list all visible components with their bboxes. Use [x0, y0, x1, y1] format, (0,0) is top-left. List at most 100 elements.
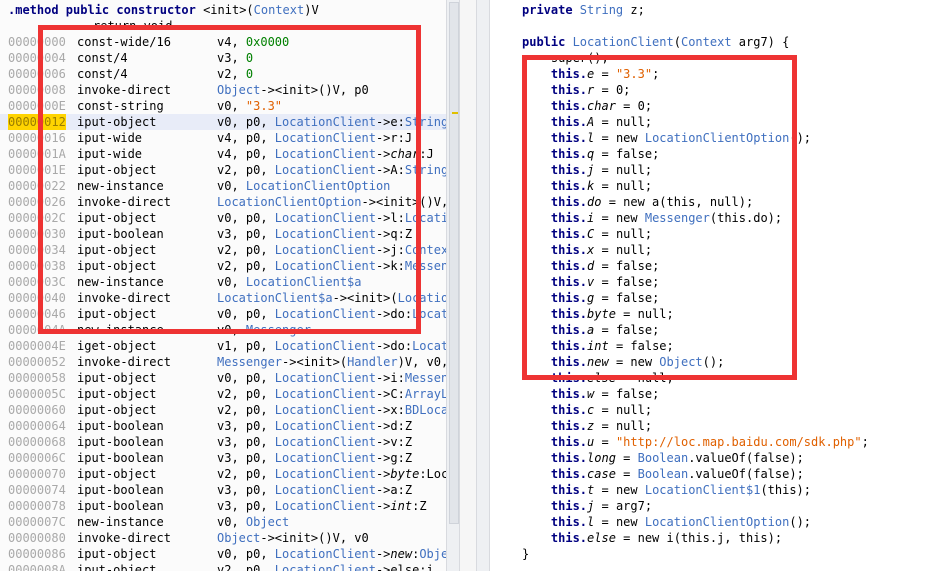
smali-line[interactable]: 0000006C iput-boolean v3, p0, LocationClie… [0, 450, 446, 466]
code-token: this. [522, 403, 588, 417]
operand-token: -> [375, 547, 391, 561]
operand-token: v3, p0, [217, 451, 275, 465]
operand-token: ArrayLi [404, 387, 446, 401]
header-token: .method [8, 3, 66, 17]
opcode: new-instance [77, 515, 164, 529]
java-line[interactable]: this.w = false; [522, 386, 659, 402]
opcode: iput-boolean [77, 499, 164, 513]
operand-token: ->else:i [375, 563, 434, 571]
smali-line[interactable]: 00000086 iput-object v0, p0, LocationClien… [0, 546, 446, 562]
operand-token: LocationClient [274, 483, 376, 497]
smali-line[interactable]: 0000004E iget-object v1, p0, LocationClien… [0, 338, 446, 354]
operand-token: v2, p0, [217, 387, 275, 401]
line-address: 00000060 [8, 403, 66, 417]
operand-token: -><init>( [282, 355, 348, 369]
highlight-box-smali [38, 25, 421, 334]
opcode: iput-boolean [77, 419, 164, 433]
code-token: else [587, 531, 616, 545]
smali-line[interactable]: 0000007C new-instance v0, Object [0, 514, 446, 530]
operand-token: -><init>()V, v0 [260, 531, 369, 545]
header-token: )V [304, 3, 319, 17]
java-line[interactable]: this.t = new LocationClient$1(this); [522, 482, 811, 498]
line-address: 0000006C [8, 451, 66, 465]
operand-token: v0, p0, [217, 547, 275, 561]
operand-token: Messeng [404, 371, 446, 385]
operand-token: int [390, 499, 413, 513]
operand-token: LocationClient [274, 339, 376, 353]
opcode: iput-boolean [77, 451, 164, 465]
opcode: iput-object [77, 387, 157, 401]
operand-token: Locati [412, 339, 446, 353]
operand-token: v0, [217, 515, 246, 529]
scroll-thumb[interactable] [449, 2, 459, 524]
code-token: = new [594, 515, 645, 529]
smali-line[interactable]: 00000052 invoke-direct Messenger-><init>(H… [0, 354, 446, 370]
code-token: z; [623, 3, 645, 17]
operand-token: v3, p0, [217, 419, 275, 433]
java-line[interactable]: this.j = arg7; [522, 498, 652, 514]
operand-token: LocationClient [274, 563, 376, 571]
line-address: 00000078 [8, 499, 66, 513]
operand-token: v0, p0, [217, 371, 275, 385]
header-token: Context [253, 3, 305, 17]
operand-token: Handler [347, 355, 398, 369]
code-token: this. [522, 467, 588, 481]
operand-token: ->x: [375, 403, 405, 417]
pane-divider[interactable] [460, 0, 476, 571]
operand-token: v3, p0, [217, 483, 275, 497]
operands: v1, p0, LocationClient->do:Locati [217, 338, 446, 354]
operand-token: Objec [419, 547, 446, 561]
java-line[interactable]: this.else = new i(this.j, this); [522, 530, 782, 546]
smali-line[interactable]: 00000068 iput-boolean v3, p0, LocationClie… [0, 434, 446, 450]
operand-token: :Loca [419, 467, 446, 481]
java-line[interactable]: this.z = null; [522, 418, 652, 434]
line-address: 00000052 [8, 355, 66, 369]
operand-token: -> [375, 499, 391, 513]
right-scrollbar[interactable] [476, 0, 490, 571]
java-line[interactable]: this.l = new LocationClientOption(); [522, 514, 811, 530]
operand-token: LocationClient [274, 435, 376, 449]
operands: v2, p0, LocationClient->x:BDLocat [217, 402, 446, 418]
java-line[interactable]: this.u = "http://loc.map.baidu.com/sdk.p… [522, 434, 869, 450]
smali-line[interactable]: 00000074 iput-boolean v3, p0, LocationClie… [0, 482, 446, 498]
code-token: this. [522, 419, 588, 433]
smali-line[interactable]: 00000078 iput-boolean v3, p0, LocationClie… [0, 498, 446, 514]
smali-line[interactable]: 00000060 iput-object v2, p0, LocationClien… [0, 402, 446, 418]
smali-line[interactable]: 00000064 iput-boolean v3, p0, LocationClie… [0, 418, 446, 434]
operands: v3, p0, LocationClient->d:Z [217, 418, 412, 434]
operand-token: ->d:Z [375, 419, 413, 433]
java-line[interactable]: private String z; [522, 2, 645, 18]
line-address: 00000058 [8, 371, 66, 385]
operand-token: new [390, 547, 413, 561]
operand-token: ->a:Z [375, 483, 413, 497]
java-line[interactable]: this.long = Boolean.valueOf(false); [522, 450, 804, 466]
java-line[interactable]: this.c = null; [522, 402, 652, 418]
line-address: 00000086 [8, 547, 66, 561]
operand-token: v1, p0, [217, 339, 275, 353]
operands: v3, p0, LocationClient->g:Z [217, 450, 412, 466]
code-token: long [587, 451, 616, 465]
code-token: String [579, 3, 624, 17]
operands: v3, p0, LocationClient->v:Z [217, 434, 412, 450]
code-token: .valueOf(false); [688, 451, 804, 465]
operand-token: )V, v0, [397, 355, 446, 369]
header-token: public constructor [65, 3, 204, 17]
operands: Object-><init>()V, v0 [217, 530, 369, 546]
smali-line[interactable]: 00000058 iput-object v0, p0, LocationClien… [0, 370, 446, 386]
java-line[interactable]: } [522, 546, 529, 562]
smali-line[interactable]: 00000070 iput-object v2, p0, LocationClien… [0, 466, 446, 482]
code-token: this. [522, 531, 588, 545]
smali-line[interactable]: 0000008A iput-object v2, p0, LocationClien… [0, 562, 446, 571]
method-header: .method public constructor <init>(Contex… [8, 2, 319, 18]
smali-line[interactable]: 00000080 invoke-direct Object-><init>()V, … [0, 530, 446, 546]
left-scrollbar[interactable] [446, 0, 460, 571]
java-line[interactable]: this.case = Boolean.valueOf(false); [522, 466, 804, 482]
code-token: = [615, 451, 638, 465]
operand-token: v3, p0, [217, 499, 275, 513]
java-line[interactable]: public LocationClient(Context arg7) { [522, 34, 789, 50]
operand-token: LocationClient [274, 419, 376, 433]
code-token: Boolean [637, 451, 689, 465]
operand-token: LocationClient [274, 387, 376, 401]
smali-line[interactable]: 0000005C iput-object v2, p0, LocationClien… [0, 386, 446, 402]
operands: v3, p0, LocationClient->a:Z [217, 482, 412, 498]
